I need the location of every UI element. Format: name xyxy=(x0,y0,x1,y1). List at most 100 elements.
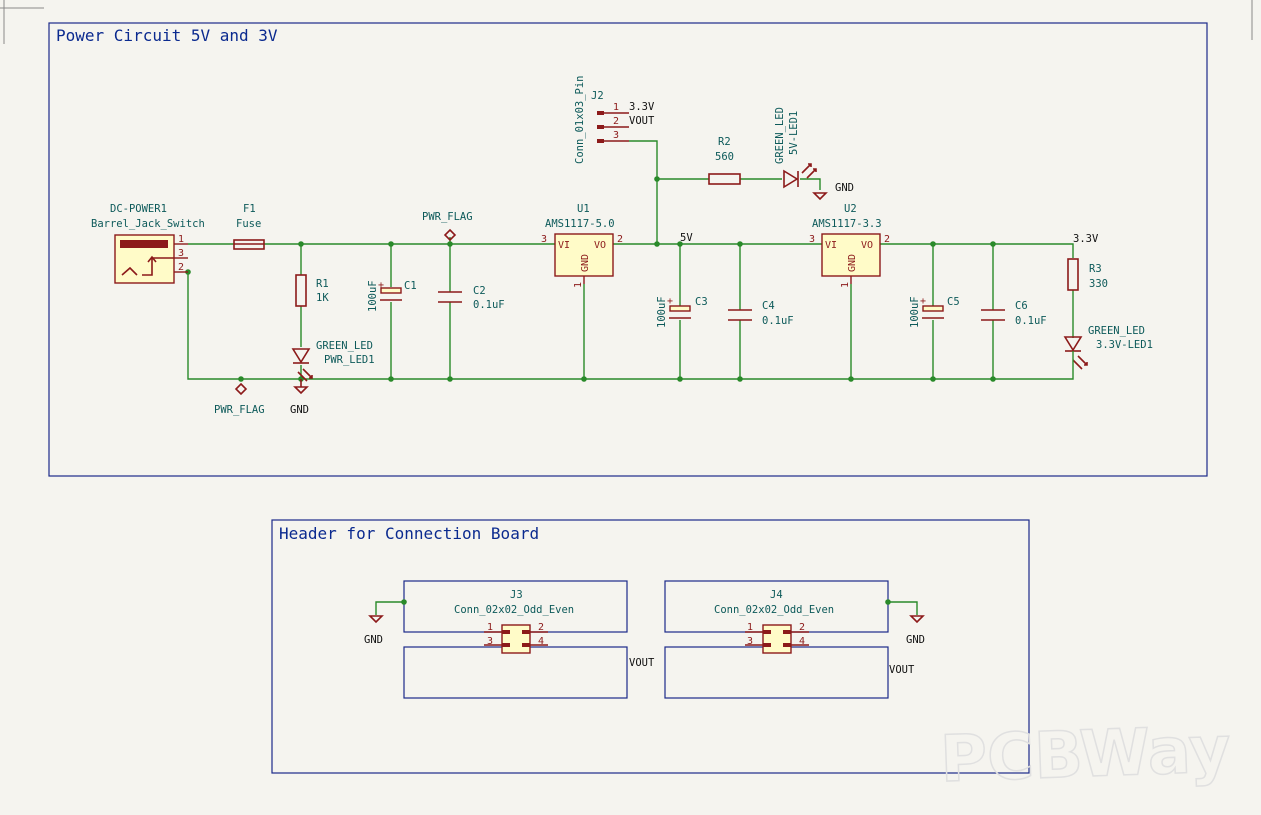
j4-pin4: 4 xyxy=(799,636,805,647)
gnd-symbol-bottom: GND xyxy=(290,379,309,416)
j4-gnd-label: GND xyxy=(906,634,925,646)
u2-value: AMS1117-3.3 xyxy=(812,218,882,230)
j2-pin3: 3 xyxy=(613,130,619,141)
j4-pin3: 3 xyxy=(747,636,753,647)
u2-pin-gnd: 1 xyxy=(840,282,851,288)
resistor-r2[interactable]: R2 560 xyxy=(708,136,741,185)
power-section-title: Power Circuit 5V and 3V xyxy=(56,26,278,45)
j2-net-3v3: 3.3V xyxy=(629,101,655,113)
c3-ref: C3 xyxy=(695,296,708,308)
u2-vo: VO xyxy=(861,240,873,251)
c1-ref: C1 xyxy=(404,280,417,292)
gnd-label-5v-led: GND xyxy=(835,182,854,194)
capacitor-c6[interactable]: C6 0.1uF xyxy=(981,300,1047,327)
dc-power-value: Barrel_Jack_Switch xyxy=(91,218,205,230)
j4-value: Conn_02x02_Odd_Even xyxy=(714,604,834,616)
c6-value: 0.1uF xyxy=(1015,315,1047,327)
led-3v3[interactable]: GREEN_LED 3.3V-LED1 xyxy=(1063,325,1153,370)
j3-pin1: 1 xyxy=(487,622,493,633)
c5-value: 100uF xyxy=(909,296,921,328)
f1-value: Fuse xyxy=(236,218,261,230)
resistor-r3[interactable]: R3 330 xyxy=(1067,258,1108,291)
pwr-led[interactable]: GREEN_LED PWR_LED1 xyxy=(291,340,375,382)
u1-value: AMS1117-5.0 xyxy=(545,218,615,230)
dc-power-pin2: 2 xyxy=(178,262,184,273)
j2-ref: J2 xyxy=(591,90,604,102)
led-5v[interactable]: GREEN_LED 5V-LED1 xyxy=(774,107,817,189)
u2-pin-in: 3 xyxy=(809,234,815,245)
pwr-flag-top[interactable]: PWR_FLAG xyxy=(422,211,473,242)
c6-ref: C6 xyxy=(1015,300,1028,312)
c1-value: 100uF xyxy=(367,280,379,312)
u1-ref: U1 xyxy=(577,203,590,215)
resistor-r1[interactable]: R1 1K xyxy=(295,274,329,307)
led-3v3-ref: 3.3V-LED1 xyxy=(1096,339,1153,351)
j3-vout-label: VOUT xyxy=(629,657,655,669)
u1-vi: VI xyxy=(558,240,570,251)
pwr-flag-top-label: PWR_FLAG xyxy=(422,211,473,223)
j2-net-vout: VOUT xyxy=(629,115,655,127)
j3-pin2: 2 xyxy=(538,622,544,633)
pwr-led-value: GREEN_LED xyxy=(316,340,373,352)
j2-pin2: 2 xyxy=(613,116,619,127)
u1-pin-gnd: 1 xyxy=(573,282,584,288)
header-section-title: Header for Connection Board xyxy=(279,524,539,543)
fuse-f1[interactable]: F1 Fuse xyxy=(233,203,265,250)
c5-ref: C5 xyxy=(947,296,960,308)
c2-ref: C2 xyxy=(473,285,486,297)
schematic-canvas: Power Circuit 5V and 3V DC-POWER1 Barrel… xyxy=(0,0,1253,798)
j3-gnd-label: GND xyxy=(364,634,383,646)
j4-ref: J4 xyxy=(770,589,783,601)
regulator-u1[interactable]: U1 AMS1117-5.0 VI VO GND 3 2 1 xyxy=(541,203,623,288)
u2-ref: U2 xyxy=(844,203,857,215)
c2-value: 0.1uF xyxy=(473,299,505,311)
connector-j2[interactable]: J2 Conn_01x03_Pin 1 2 3 3.3V VOUT xyxy=(574,75,655,164)
dc-power-ref: DC-POWER1 xyxy=(110,203,167,215)
led-5v-ref: 5V-LED1 xyxy=(788,111,800,155)
pwr-flag-bottom[interactable]: PWR_FLAG xyxy=(214,382,265,416)
dc-power-pin1: 1 xyxy=(178,234,184,245)
u2-vi: VI xyxy=(825,240,837,251)
capacitor-c3[interactable]: + C3 100uF xyxy=(656,296,708,328)
j3-pin3: 3 xyxy=(487,636,493,647)
u1-pin-in: 3 xyxy=(541,234,547,245)
j3-pin4: 4 xyxy=(538,636,544,647)
j2-value: Conn_01x03_Pin xyxy=(574,75,586,164)
header-section: Header for Connection Board xyxy=(271,519,1030,774)
j3-ref: J3 xyxy=(510,589,523,601)
led-3v3-value: GREEN_LED xyxy=(1088,325,1145,337)
u2-gnd: GND xyxy=(847,254,858,272)
connector-j4[interactable]: J4 Conn_02x02_Odd_Even 1 2 3 4 GND VOUT xyxy=(664,580,925,699)
capacitor-c2[interactable]: C2 0.1uF xyxy=(438,285,505,311)
c3-value: 100uF xyxy=(656,296,668,328)
r1-ref: R1 xyxy=(316,278,329,290)
c4-ref: C4 xyxy=(762,300,775,312)
capacitor-c1[interactable]: + C1 100uF xyxy=(367,280,417,312)
net-5v-label: 5V xyxy=(680,232,693,244)
c4-value: 0.1uF xyxy=(762,315,794,327)
u1-pin-out: 2 xyxy=(617,234,623,245)
f1-ref: F1 xyxy=(243,203,256,215)
capacitor-c4[interactable]: C4 0.1uF xyxy=(728,300,794,327)
watermark-logo: PCBWay xyxy=(939,713,1232,797)
net-3v3-label: 3.3V xyxy=(1073,233,1099,245)
j4-pin2: 2 xyxy=(799,622,805,633)
j4-vout-label: VOUT xyxy=(889,664,915,676)
capacitor-c5[interactable]: + C5 100uF xyxy=(909,296,960,328)
r1-value: 1K xyxy=(316,292,329,304)
pwr-flag-bottom-label: PWR_FLAG xyxy=(214,404,265,416)
u1-vo: VO xyxy=(594,240,606,251)
dc-power-pin3: 3 xyxy=(178,248,184,259)
u1-gnd: GND xyxy=(580,254,591,272)
j4-pin1: 1 xyxy=(747,622,753,633)
u2-pin-out: 2 xyxy=(884,234,890,245)
connector-j3[interactable]: J3 Conn_02x02_Odd_Even 1 2 3 4 GND VOUT xyxy=(364,580,655,699)
regulator-u2[interactable]: U2 AMS1117-3.3 VI VO GND 3 2 1 xyxy=(809,203,890,288)
r2-value: 560 xyxy=(715,151,734,163)
gnd-label-bottom: GND xyxy=(290,404,309,416)
pwr-led-ref: PWR_LED1 xyxy=(324,354,375,366)
r2-ref: R2 xyxy=(718,136,731,148)
led-5v-value: GREEN_LED xyxy=(774,107,786,164)
r3-value: 330 xyxy=(1089,278,1108,290)
j2-pin1: 1 xyxy=(613,102,619,113)
